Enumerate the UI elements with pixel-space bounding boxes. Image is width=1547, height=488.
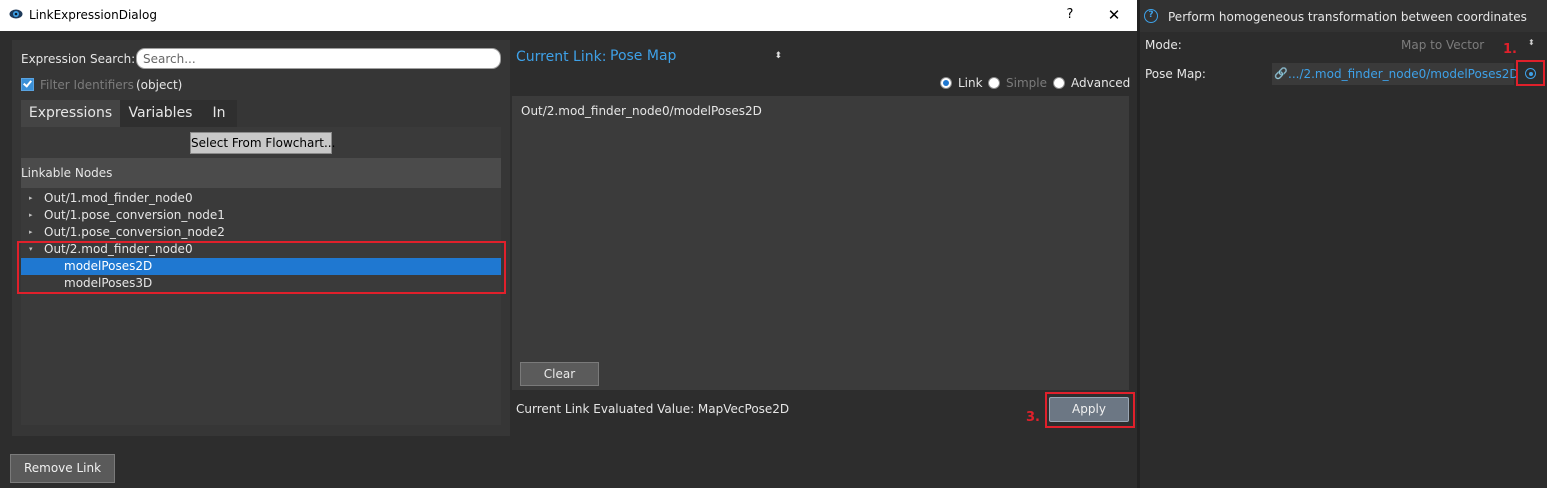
link-icon: 🔗 bbox=[1274, 67, 1288, 80]
filter-identifiers-value: (object) bbox=[136, 78, 183, 92]
expand-arrow-icon[interactable]: ▸ bbox=[29, 207, 39, 224]
highlight-box-step1 bbox=[1516, 60, 1545, 86]
node-description: Perform homogeneous transformation betwe… bbox=[1168, 10, 1527, 24]
radio-simple-label: Simple bbox=[1006, 76, 1047, 90]
dialog-title-bar bbox=[0, 0, 1137, 31]
tab-in[interactable]: In bbox=[201, 100, 237, 127]
current-link-select[interactable]: Pose Map ⬍ bbox=[604, 46, 786, 68]
step-1-label: 1. bbox=[1503, 42, 1517, 57]
info-icon[interactable]: ? bbox=[1144, 9, 1158, 23]
radio-link[interactable] bbox=[940, 77, 952, 89]
select-arrows-icon: ⬍ bbox=[774, 51, 782, 61]
linkable-nodes-label: Linkable Nodes bbox=[21, 166, 113, 180]
highlight-box-step2 bbox=[17, 241, 506, 294]
tree-node-label: Out/1.mod_finder_node0 bbox=[44, 191, 193, 205]
pose-map-value: .../2.mod_finder_node0/modelPoses2D bbox=[1288, 67, 1519, 81]
tree-node-label: Out/1.pose_conversion_node2 bbox=[44, 225, 225, 239]
expression-search-label: Expression Search: bbox=[21, 52, 136, 66]
radio-advanced[interactable] bbox=[1053, 77, 1065, 89]
help-button[interactable]: ? bbox=[1058, 4, 1082, 26]
current-link-value: Pose Map bbox=[610, 48, 677, 64]
remove-link-button[interactable]: Remove Link bbox=[10, 454, 115, 483]
tab-variables[interactable]: Variables bbox=[120, 100, 201, 127]
expand-arrow-icon[interactable]: ▸ bbox=[29, 224, 39, 241]
filter-identifiers-checkbox[interactable] bbox=[21, 78, 34, 91]
evaluated-value-label: Current Link Evaluated Value: MapVecPose… bbox=[516, 402, 790, 416]
mode-label: Mode: bbox=[1145, 38, 1182, 52]
tree-node-label: Out/1.pose_conversion_node1 bbox=[44, 208, 225, 222]
expression-tab-bar: Expressions Variables In bbox=[21, 100, 501, 127]
radio-advanced-label: Advanced bbox=[1071, 76, 1131, 90]
clear-button[interactable]: Clear bbox=[520, 362, 599, 386]
select-from-flowchart-button[interactable]: Select From Flowchart... bbox=[190, 132, 335, 154]
filter-identifiers-label: Filter Identifiers bbox=[40, 78, 134, 92]
step-3-label: 3. bbox=[1026, 410, 1040, 425]
expression-editor[interactable] bbox=[512, 96, 1129, 390]
app-eye-icon bbox=[9, 9, 23, 19]
tab-expressions[interactable]: Expressions bbox=[21, 100, 120, 127]
tree-node-pose-conversion-node2[interactable]: ▸ Out/1.pose_conversion_node2 bbox=[21, 224, 501, 241]
expand-arrow-icon[interactable]: ▸ bbox=[29, 190, 39, 207]
radio-simple[interactable] bbox=[988, 77, 1000, 89]
tree-node-pose-conversion-node1[interactable]: ▸ Out/1.pose_conversion_node1 bbox=[21, 207, 501, 224]
highlight-box-step3 bbox=[1045, 392, 1135, 428]
select-arrows-icon[interactable]: ⬍ bbox=[1528, 38, 1535, 47]
mode-select-value[interactable]: Map to Vector bbox=[1401, 38, 1484, 52]
checkmark-icon bbox=[23, 78, 32, 88]
radio-link-label: Link bbox=[958, 76, 983, 90]
expression-search-input[interactable] bbox=[136, 48, 501, 69]
expression-text: Out/2.mod_finder_node0/modelPoses2D bbox=[521, 104, 762, 118]
close-button[interactable]: ✕ bbox=[1102, 4, 1126, 26]
current-link-label: Current Link: bbox=[516, 49, 607, 65]
pose-map-label: Pose Map: bbox=[1145, 67, 1206, 81]
tree-node-mod-finder-node0-1[interactable]: ▸ Out/1.mod_finder_node0 bbox=[21, 190, 501, 207]
dialog-title: LinkExpressionDialog bbox=[29, 8, 157, 22]
